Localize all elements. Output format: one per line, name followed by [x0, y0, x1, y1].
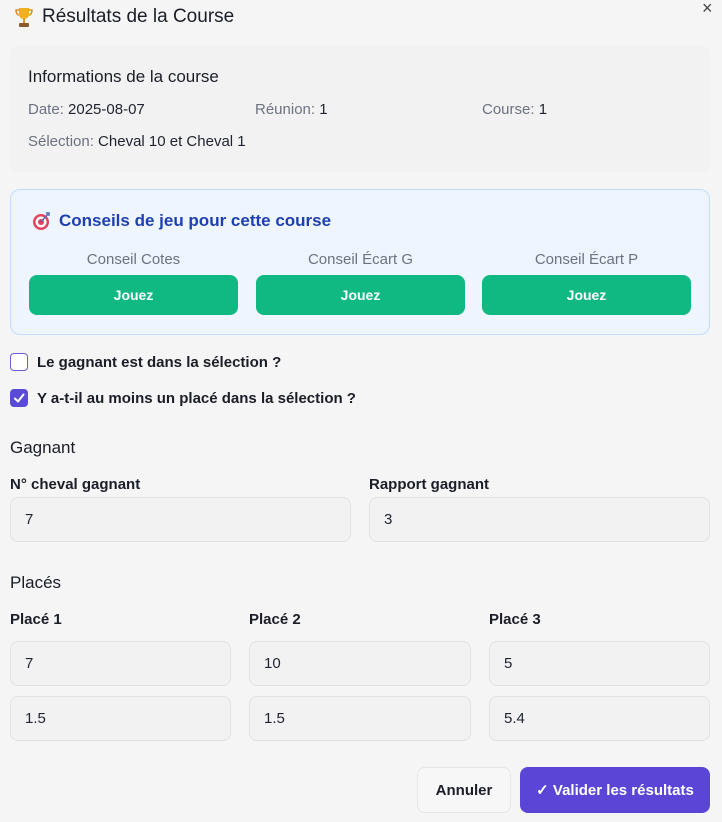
tips-header: Conseils de jeu pour cette course: [31, 211, 331, 231]
checkmark-icon: [14, 393, 25, 403]
winner-section-title: Gagnant: [10, 438, 76, 457]
course-field: Course: 1: [482, 101, 547, 118]
course-info-panel: Informations de la course Date: 2025-08-…: [10, 45, 710, 172]
course-label: Course:: [482, 101, 535, 118]
placed-in-selection-checkbox[interactable]: [10, 389, 28, 407]
winner-horse-label: N° cheval gagnant: [10, 476, 141, 493]
places-section-title: Placés: [10, 573, 62, 592]
placed-in-selection-row[interactable]: Y a-t-il au moins un placé dans la sélec…: [10, 389, 356, 407]
target-icon: [33, 212, 50, 230]
tip-label: Conseil Cotes: [86, 251, 181, 268]
place-1-horse-input[interactable]: [10, 641, 231, 686]
validate-results-button[interactable]: ✓ Valider les résultats: [520, 767, 710, 813]
date-field: Date: 2025-08-07: [28, 101, 145, 118]
selection-value: Cheval 10 et Cheval 1: [98, 133, 246, 150]
reunion-value: 1: [319, 101, 328, 118]
winner-in-selection-row[interactable]: Le gagnant est dans la sélection ?: [10, 353, 281, 371]
place-2-payout-input[interactable]: [249, 696, 471, 741]
play-cotes-button[interactable]: Jouez: [29, 275, 238, 315]
date-value: 2025-08-07: [68, 101, 145, 118]
course-info-title: Informations de la course: [28, 67, 219, 86]
date-label: Date:: [28, 101, 64, 118]
place-3-horse-input[interactable]: [489, 641, 710, 686]
tip-cotes: Conseil Cotes Jouez: [29, 251, 238, 315]
cancel-button[interactable]: Annuler: [417, 767, 511, 813]
place-3-label: Placé 3: [489, 611, 541, 628]
tip-ecart-p: Conseil Écart P Jouez: [482, 251, 691, 315]
place-1-label: Placé 1: [10, 611, 62, 628]
play-ecart-g-button[interactable]: Jouez: [256, 275, 465, 315]
course-value: 1: [538, 101, 548, 118]
winner-in-selection-checkbox[interactable]: [10, 353, 28, 371]
tip-label: Conseil Écart P: [534, 251, 639, 268]
reunion-label: Réunion:: [255, 101, 316, 118]
trophy-icon: [15, 8, 33, 27]
place-2-horse-input[interactable]: [249, 641, 471, 686]
winner-payout-input[interactable]: [369, 497, 710, 542]
close-icon[interactable]: ×: [702, 0, 713, 18]
winner-in-selection-label: Le gagnant est dans la sélection ?: [37, 353, 282, 371]
play-ecart-p-button[interactable]: Jouez: [482, 275, 691, 315]
placed-in-selection-label: Y a-t-il au moins un placé dans la sélec…: [37, 389, 356, 407]
place-1-payout-input[interactable]: [10, 696, 231, 741]
winner-payout-label: Rapport gagnant: [369, 476, 489, 493]
betting-tips-panel: Conseils de jeu pour cette course Consei…: [10, 189, 710, 335]
place-2-label: Placé 2: [249, 611, 301, 628]
winner-horse-input[interactable]: [10, 497, 351, 542]
dialog-header: Résultats de la Course: [14, 6, 234, 28]
selection-label: Sélection:: [28, 133, 94, 150]
dialog-title: Résultats de la Course: [42, 6, 235, 27]
tip-label: Conseil Écart G: [307, 251, 414, 268]
place-3-payout-input[interactable]: [489, 696, 710, 741]
reunion-field: Réunion: 1: [255, 101, 328, 118]
tips-title: Conseils de jeu pour cette course: [59, 211, 332, 230]
selection-field: Sélection: Cheval 10 et Cheval 1: [28, 133, 246, 150]
tip-ecart-g: Conseil Écart G Jouez: [256, 251, 465, 315]
